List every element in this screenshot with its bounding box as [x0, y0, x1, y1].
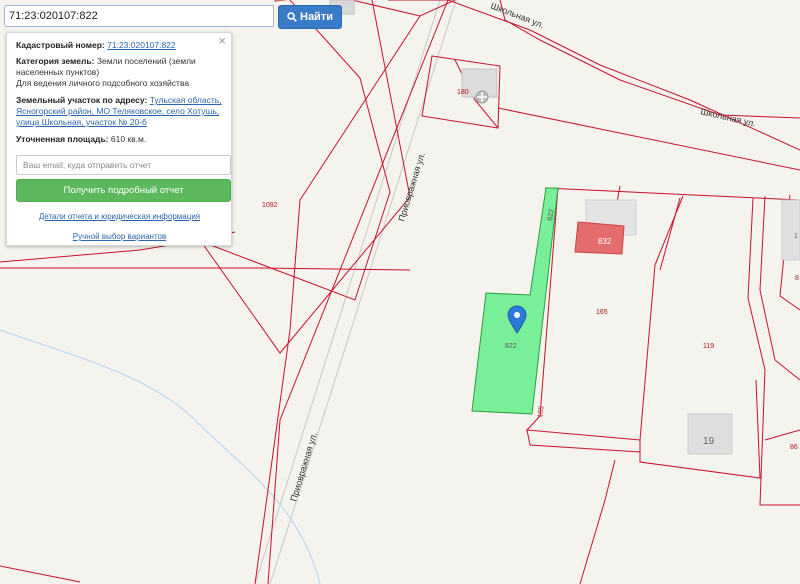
parcel-label-86: 86	[790, 444, 798, 451]
search-button[interactable]: Найти	[278, 5, 342, 29]
area-label: Уточненная площадь:	[16, 134, 109, 144]
land-category-label: Категория земель:	[16, 56, 95, 66]
parcel-info-panel: × Кадастровый номер: 71:23:020107:822 Ка…	[6, 32, 232, 246]
building-label-832: 832	[598, 237, 612, 246]
email-input[interactable]	[16, 155, 231, 175]
cadastral-number-link[interactable]: 71:23:020107:822	[107, 40, 176, 50]
parcel-label-180: 180	[457, 89, 469, 96]
parcel-label-822: 822	[505, 343, 517, 350]
search-button-label: Найти	[300, 11, 333, 23]
close-icon[interactable]: ×	[218, 34, 226, 47]
crosshair-icon	[475, 90, 489, 104]
parcel-label-165: 165	[596, 309, 608, 316]
search-bar: Найти	[4, 5, 342, 29]
get-report-button[interactable]: Получить подробный отчет	[16, 179, 231, 202]
street-label-privrazhnaya-upper: Приовражная ул.	[396, 151, 427, 223]
building-label-19: 19	[703, 436, 715, 447]
selected-parcel-822[interactable]	[471, 187, 559, 415]
parcel-label-1: 1	[794, 233, 798, 240]
land-use-value: Для ведения личного подсобного хозяйства	[16, 78, 190, 88]
parcel-label-8: 8	[795, 275, 799, 282]
street-label-shkolnaya-right: Школьная ул.	[700, 106, 757, 128]
pin-dot	[514, 312, 520, 318]
manual-selection-link[interactable]: Ручной выбор вариантов	[16, 231, 223, 242]
cadastral-number-label: Кадастровый номер:	[16, 40, 105, 50]
parcel-label-1092: 1092	[262, 202, 278, 209]
search-icon	[287, 12, 297, 22]
report-details-link[interactable]: Детали отчета и юридическая информация	[16, 211, 223, 222]
buildings	[274, 0, 800, 455]
parcel-label-165-edge: 165	[537, 406, 546, 419]
address-label: Земельный участок по адресу:	[16, 95, 148, 105]
road-privrazhnaya	[254, 0, 457, 584]
search-input[interactable]	[4, 5, 274, 27]
street-label-privrazhnaya-lower: Приовражная ул.	[288, 431, 319, 503]
area-value: 610 кв.м.	[110, 134, 147, 144]
parcel-label-119: 119	[703, 343, 714, 350]
